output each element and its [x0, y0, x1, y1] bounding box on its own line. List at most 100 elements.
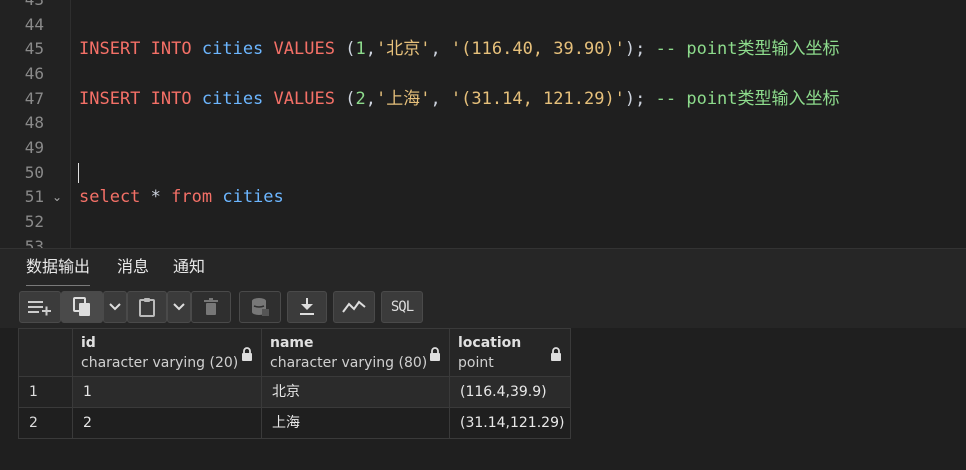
tab-messages[interactable]: 消息	[117, 249, 149, 285]
code-token: '上海'	[375, 89, 431, 109]
tab-notifications[interactable]: 通知	[173, 249, 205, 285]
database-save-icon	[252, 298, 269, 316]
download-icon	[300, 298, 314, 315]
chevron-down-icon	[109, 303, 121, 311]
save-data-button[interactable]	[239, 291, 281, 323]
result-tabs: 数据输出 消息 通知	[0, 248, 966, 287]
fold-toggle-icon[interactable]: ⌄	[52, 185, 62, 209]
cell-value: (31.14,121.29)	[460, 415, 565, 431]
graph-visualiser-button[interactable]	[333, 291, 375, 323]
code-token: INSERT	[79, 89, 141, 109]
code-line[interactable]: 48	[0, 111, 966, 135]
download-button[interactable]	[287, 291, 327, 323]
column-name: location	[458, 335, 522, 351]
clipboard-icon	[139, 298, 155, 317]
table-cell[interactable]: 北京	[262, 377, 450, 408]
paste-options-dropdown[interactable]	[167, 291, 191, 323]
column-name: id	[81, 335, 96, 351]
code-line[interactable]: 49	[0, 136, 966, 160]
code-text: INSERT INTO cities VALUES (2,'上海', '(31.…	[79, 87, 840, 111]
code-line[interactable]: 52	[0, 210, 966, 234]
code-token: VALUES	[273, 39, 335, 59]
copy-icon	[73, 297, 90, 316]
code-token: );	[624, 39, 656, 59]
sql-button[interactable]: SQL	[381, 291, 423, 323]
column-type: point	[458, 355, 494, 371]
code-token: 1	[355, 39, 366, 59]
result-toolbar: SQL	[0, 286, 966, 328]
code-token: cities	[201, 89, 264, 109]
column-header-id[interactable]: id character varying (20)	[73, 328, 262, 377]
row-number-label: 2	[29, 415, 38, 431]
row-header-corner	[18, 328, 73, 377]
code-token: ,	[365, 89, 376, 109]
lock-icon	[430, 347, 440, 361]
code-token: INTO	[150, 39, 192, 59]
line-number: 50	[24, 163, 44, 182]
line-number: 53	[24, 237, 44, 248]
code-line[interactable]: 51 ⌄ select * from cities	[0, 185, 966, 209]
code-line[interactable]: 43	[0, 0, 966, 12]
code-token: '(31.14, 121.29)'	[450, 89, 625, 109]
table-cell[interactable]: 1	[73, 377, 262, 408]
table-cell[interactable]: (116.4,39.9)	[450, 377, 571, 408]
code-line[interactable]: 46	[0, 62, 966, 86]
column-type: character varying (20)	[81, 355, 239, 371]
code-token: '北京'	[375, 39, 431, 59]
code-text: INSERT INTO cities VALUES (1,'北京', '(116…	[79, 37, 840, 61]
code-token: ,	[430, 39, 451, 59]
sql-editor[interactable]: 43 44 45INSERT INTO cities VALUES (1,'北京',…	[0, 0, 966, 248]
code-token: select	[79, 187, 141, 207]
copy-options-dropdown[interactable]	[103, 291, 127, 323]
code-line[interactable]: 53	[0, 235, 966, 248]
column-name: name	[270, 335, 314, 351]
table-cell[interactable]: 上海	[262, 408, 450, 439]
code-token: *	[140, 187, 172, 207]
data-grid: id character varying (20) name character…	[0, 328, 966, 470]
code-token: VALUES	[273, 89, 335, 109]
lock-icon	[242, 347, 252, 361]
cell-value: 上海	[272, 415, 300, 431]
column-header-name[interactable]: name character varying (80)	[262, 328, 450, 377]
table-cell[interactable]: (31.14,121.29)	[450, 408, 571, 439]
column-header-location[interactable]: location point	[450, 328, 571, 377]
delete-button[interactable]	[191, 291, 231, 323]
code-line[interactable]: 45 INSERT INTO cities VALUES (1,'北京', '(1…	[0, 37, 966, 61]
line-number: 44	[24, 15, 44, 34]
code-token: (	[334, 39, 356, 59]
add-row-button[interactable]	[19, 291, 61, 323]
line-number: 49	[24, 138, 44, 157]
row-number[interactable]: 2	[18, 408, 73, 439]
paste-button[interactable]	[127, 291, 167, 323]
code-token: cities	[222, 187, 284, 207]
code-token: from	[171, 187, 213, 207]
code-token: (	[334, 89, 356, 109]
tab-data-output[interactable]: 数据输出	[26, 249, 91, 287]
code-token: INTO	[150, 89, 192, 109]
line-number: 52	[24, 212, 44, 231]
cell-value: 2	[83, 415, 92, 431]
code-token: INSERT	[79, 39, 141, 59]
add-row-icon	[28, 301, 51, 316]
code-token: ,	[430, 89, 451, 109]
cell-value: 1	[83, 384, 92, 400]
code-line[interactable]: 47 INSERT INTO cities VALUES (2,'上海', '(3…	[0, 87, 966, 111]
code-line[interactable]: 50	[0, 161, 966, 185]
cell-value: 北京	[272, 384, 300, 400]
code-token: ,	[365, 39, 376, 59]
code-line[interactable]: 44	[0, 13, 966, 37]
trash-icon	[204, 298, 218, 315]
row-number[interactable]: 1	[18, 377, 73, 408]
copy-button[interactable]	[61, 291, 103, 323]
table-cell[interactable]: 2	[73, 408, 262, 439]
line-number: 48	[24, 113, 44, 132]
code-token: cities	[201, 39, 264, 59]
code-token: );	[624, 89, 656, 109]
sql-label: SQL	[390, 299, 414, 315]
